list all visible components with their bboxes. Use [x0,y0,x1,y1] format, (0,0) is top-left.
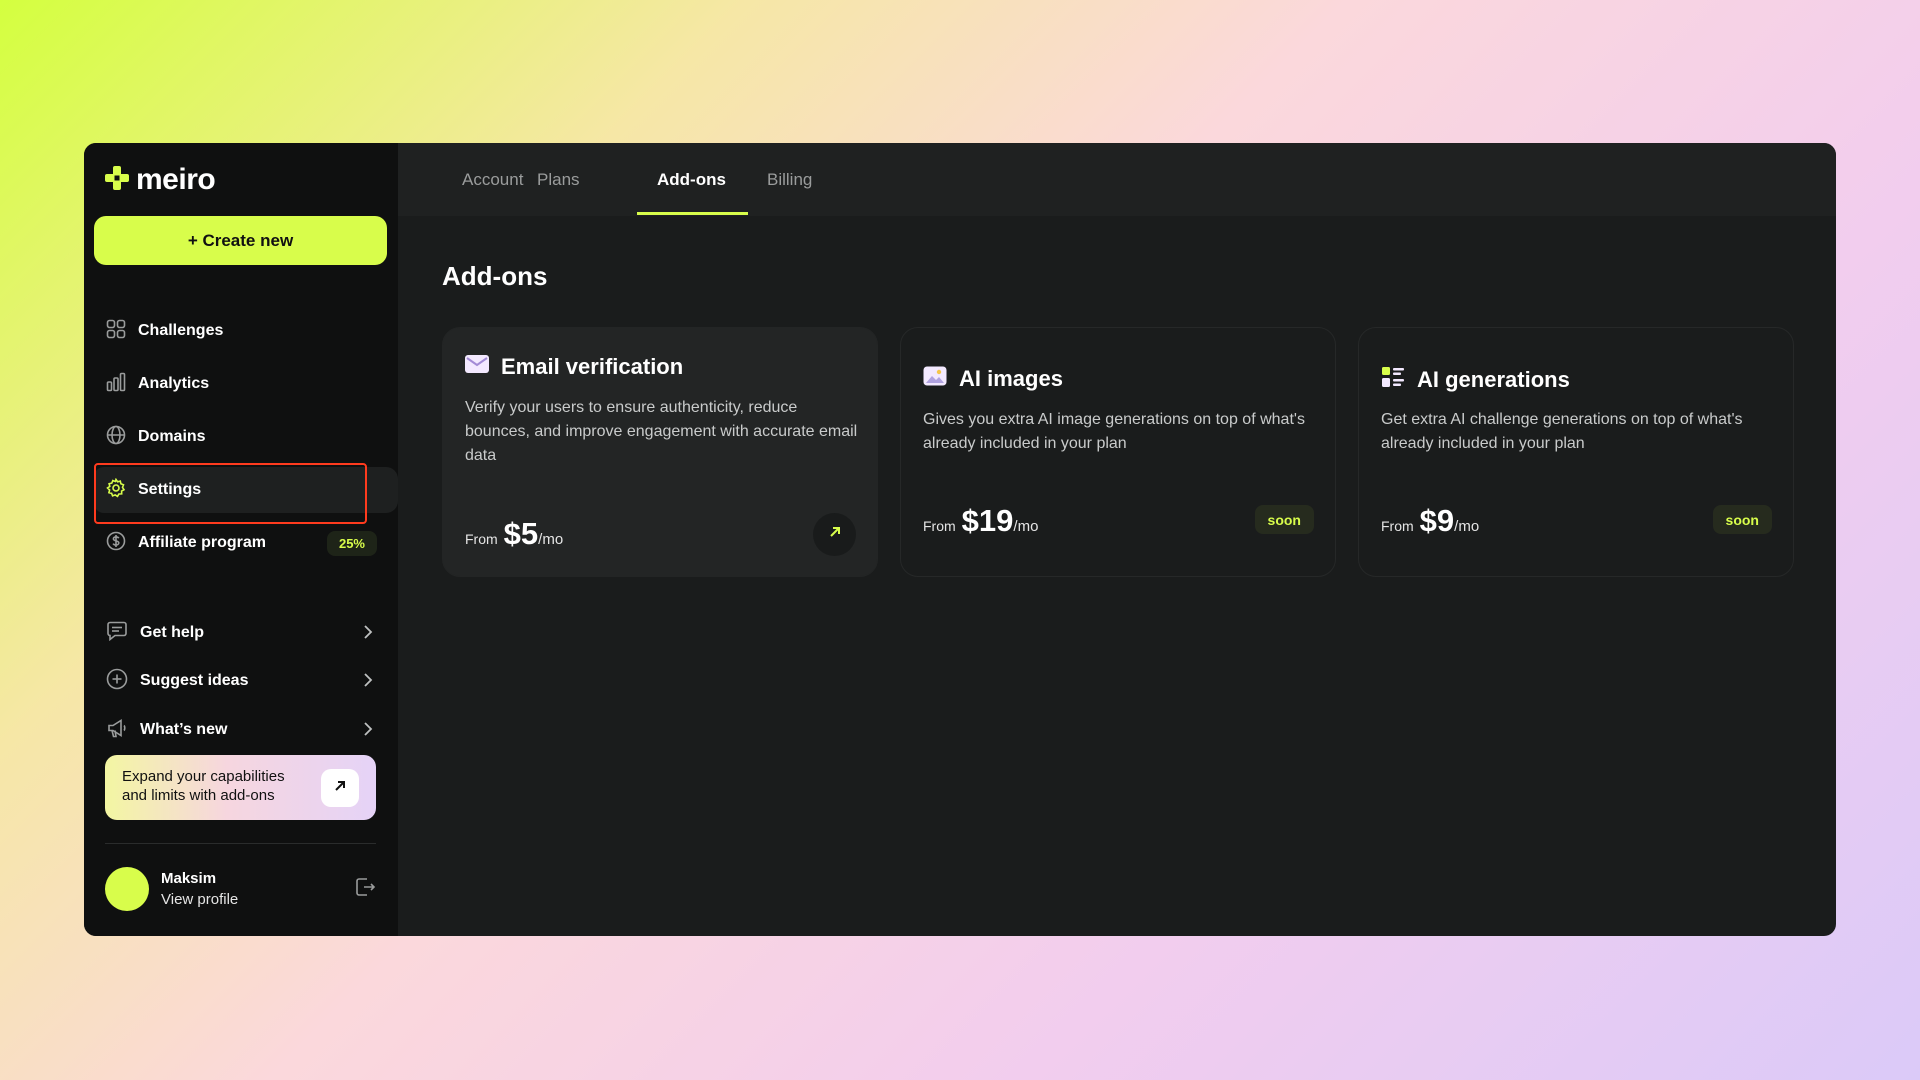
addons-promo-card[interactable]: Expand your capabilities and limits with… [105,755,376,820]
card-title-row: Email verification [465,354,683,380]
sidebar-item-settings[interactable]: Settings [94,463,398,524]
price-period: /mo [1454,518,1480,535]
megaphone-icon [106,717,128,744]
image-icon [923,366,947,392]
background: meiro + Create new Challenges Analytics … [0,0,1920,1080]
addon-card-email-verification[interactable]: Email verification Verify your users to … [442,327,878,577]
brand-name: meiro [136,163,216,196]
soon-badge: soon [1254,505,1314,534]
sidebar-item-whats-new[interactable]: What’s new [94,707,387,753]
sidebar: meiro + Create new Challenges Analytics … [84,143,398,936]
arrow-up-right-icon [828,525,842,544]
arrow-up-right-icon [333,779,347,798]
envelope-icon [465,354,489,380]
create-new-button[interactable]: + Create new [94,216,387,265]
chevron-right-icon [363,721,373,742]
price-from-label: From [465,531,498,547]
card-price: From $5 /mo [465,516,563,552]
tab-plans[interactable]: Plans [537,143,580,216]
sidebar-item-label: Settings [138,481,202,498]
price-amount: $19 [961,503,1014,538]
sidebar-item-affiliate-program[interactable]: Affiliate program 25% [94,520,387,566]
price-period: /mo [538,531,564,548]
meiro-logo-icon [104,165,130,196]
promo-open-button[interactable] [321,769,359,807]
sidebar-item-get-help[interactable]: Get help [94,610,387,656]
plus-circle-icon [106,668,128,695]
dollar-icon [106,531,126,556]
logo[interactable]: meiro [104,163,216,197]
settings-tabs: Account Plans Add-ons Billing [398,143,1836,216]
card-title-row: AI generations [1381,366,1570,394]
card-description: Gives you extra AI image generations on … [923,411,1305,452]
card-title: AI generations [1417,367,1570,392]
chevron-right-icon [363,672,373,693]
soon-badge: soon [1712,505,1772,534]
tab-billing[interactable]: Billing [767,143,812,216]
open-addon-button[interactable] [813,513,856,556]
price-amount: $9 [1419,503,1455,538]
chevron-right-icon [363,624,373,645]
tab-account[interactable]: Account [462,143,523,216]
price-period: /mo [1013,518,1039,535]
price-amount: $5 [503,516,539,551]
card-description: Verify your users to ensure authenticity… [465,399,858,464]
active-tab-indicator [637,212,748,215]
sidebar-item-analytics[interactable]: Analytics [94,361,387,407]
card-title-row: AI images [923,366,1063,392]
commission-badge: 25% [326,531,377,556]
gear-icon [106,477,126,503]
addon-card-ai-images[interactable]: AI images Gives you extra AI image gener… [900,327,1336,577]
tab-add-ons[interactable]: Add-ons [657,143,726,216]
card-title: Email verification [501,354,684,379]
sidebar-item-challenges[interactable]: Challenges [94,308,387,354]
sidebar-item-label: What’s new [140,721,228,738]
sidebar-item-label: Get help [140,624,205,641]
sidebar-divider [105,843,376,844]
avatar[interactable] [105,867,149,911]
page-title: Add-ons [442,261,548,291]
price-from-label: From [1381,518,1414,534]
bar-chart-icon [106,372,126,397]
logout-icon[interactable] [354,876,376,903]
globe-icon [106,425,126,450]
grid-icon [106,319,126,344]
main-content: Account Plans Add-ons Billing Add-ons Em… [398,143,1836,936]
sidebar-item-label: Affiliate program [138,534,267,551]
sidebar-item-suggest-ideas[interactable]: Suggest ideas [94,658,387,704]
card-description: Get extra AI challenge generations on to… [1381,411,1743,452]
addon-card-ai-generations[interactable]: AI generations Get extra AI challenge ge… [1358,327,1794,577]
card-price: From $19 /mo [923,503,1038,539]
app-window: meiro + Create new Challenges Analytics … [84,143,1836,936]
price-from-label: From [923,518,956,534]
chat-icon [106,621,128,646]
list-icon [1381,366,1405,394]
user-profile[interactable]: Maksim View profile [105,866,376,912]
card-price: From $9 /mo [1381,503,1479,539]
sidebar-item-label: Suggest ideas [140,672,249,689]
view-profile-link[interactable]: View profile [161,891,238,908]
sidebar-item-label: Analytics [138,375,210,392]
sidebar-item-domains[interactable]: Domains [94,414,387,460]
sidebar-item-label: Challenges [138,322,224,339]
card-title: AI images [959,366,1063,391]
user-name: Maksim [161,870,217,887]
sidebar-item-label: Domains [138,428,206,445]
